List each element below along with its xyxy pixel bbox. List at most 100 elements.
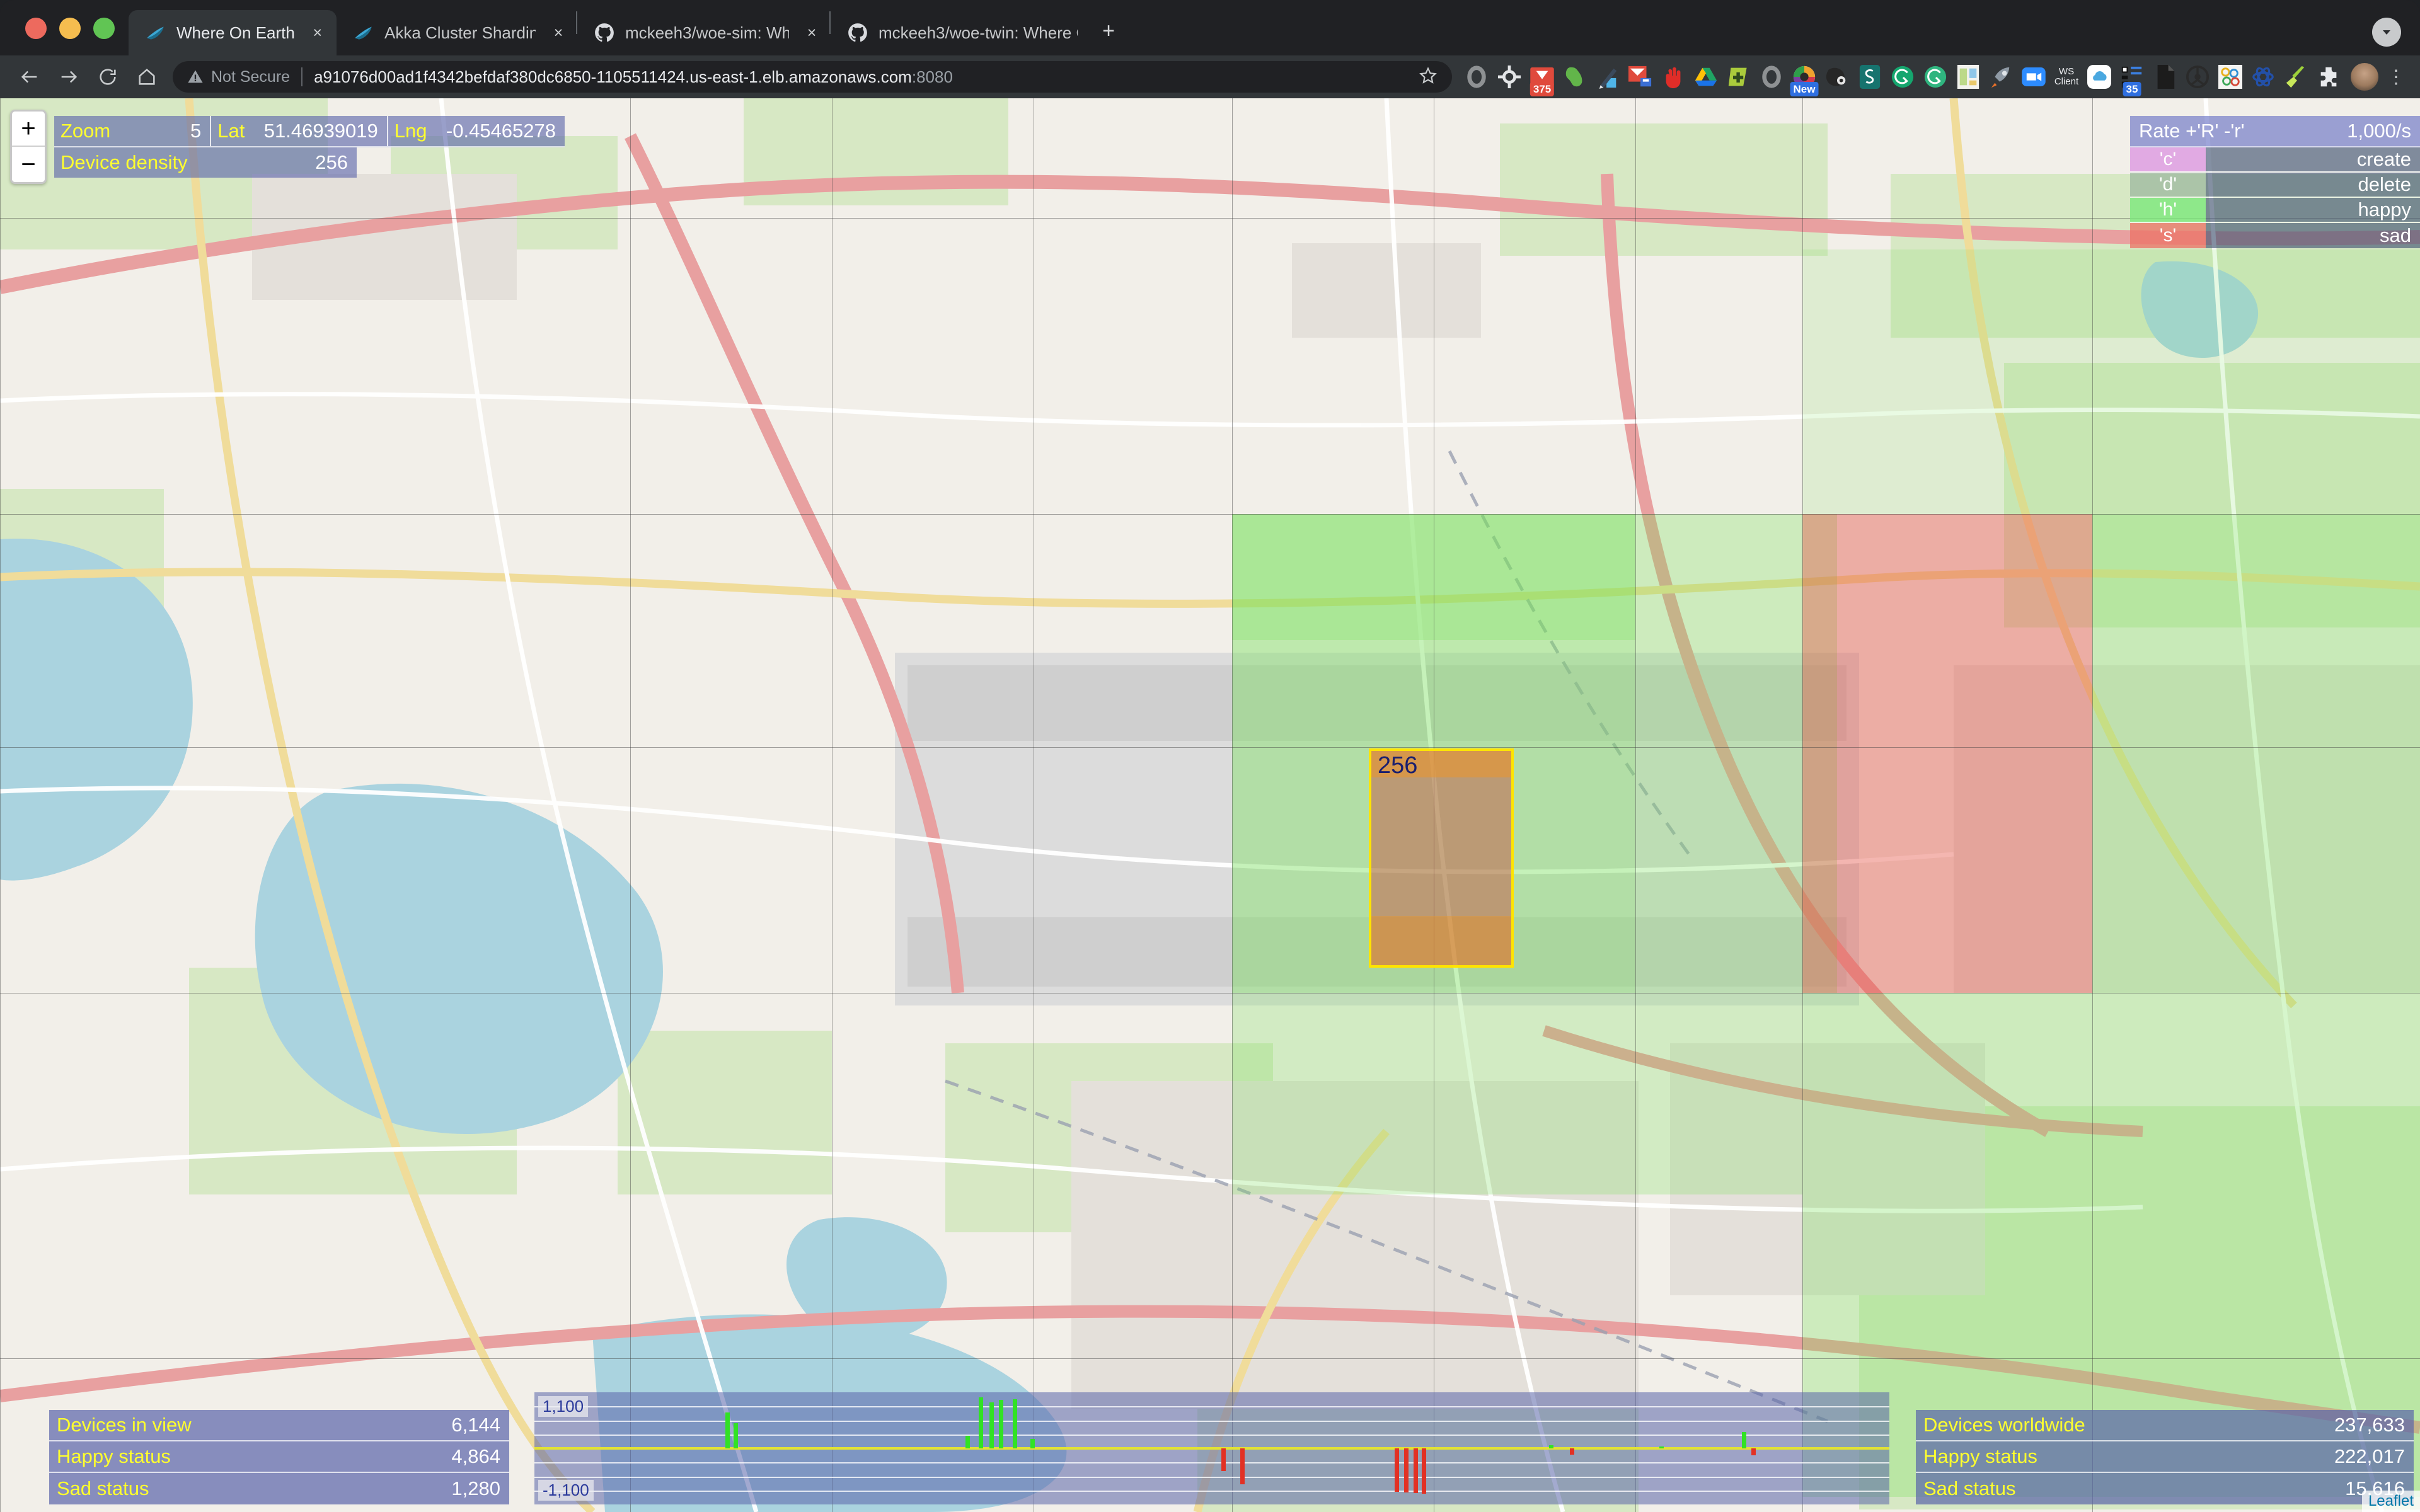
minimize-window-button[interactable] <box>59 18 81 39</box>
chart-bar <box>1549 1445 1554 1448</box>
rate-row[interactable]: Rate +'R' -'r' 1,000/s <box>2130 116 2420 147</box>
density-cell[interactable] <box>1232 993 1802 1194</box>
selected-region[interactable]: 256 <box>1369 748 1514 968</box>
device-density-row: Device density 256 <box>54 147 357 178</box>
barcode-extension[interactable]: 35 <box>2118 62 2146 96</box>
steering-wheel-extension[interactable] <box>2183 62 2212 91</box>
rate-value: 1,000/s <box>2347 120 2411 142</box>
chart-gridline <box>534 1490 1889 1492</box>
window-traffic-lights[interactable] <box>0 18 129 55</box>
new-tab-button[interactable]: + <box>1090 14 1127 50</box>
puzzle-extension[interactable] <box>2314 62 2343 91</box>
chart-bar <box>1030 1439 1035 1448</box>
back-button[interactable] <box>10 59 49 94</box>
legend-row-create[interactable]: 'c' create <box>2130 147 2420 173</box>
adblock-hand-extension[interactable] <box>1659 62 1688 91</box>
security-indicator[interactable]: Not Secure <box>187 68 290 86</box>
grammarly-extension[interactable] <box>1888 62 1917 91</box>
broom-extension[interactable] <box>2281 62 2310 91</box>
colorpicker-extension[interactable]: New <box>1790 62 1819 96</box>
close-window-button[interactable] <box>25 18 47 39</box>
reload-button[interactable] <box>88 59 127 94</box>
zoom-extension[interactable] <box>2019 62 2048 91</box>
ws-client-extension[interactable]: WS Client <box>2052 62 2081 91</box>
leaflet-attribution[interactable]: Leaflet <box>2361 1491 2420 1512</box>
density-cell[interactable] <box>2092 514 2420 993</box>
gear-extension[interactable] <box>1495 62 1524 91</box>
stat-value: 6,144 <box>451 1414 500 1436</box>
stat-label: Devices in view <box>57 1414 192 1436</box>
tab-where-on-earth[interactable]: Where On Earth × <box>129 10 337 55</box>
stat-row-sad-status: Sad status 15,616 <box>1916 1473 2414 1504</box>
home-button[interactable] <box>127 59 166 94</box>
bubbles-extension[interactable] <box>2216 62 2245 91</box>
pen-extension[interactable] <box>1593 62 1622 91</box>
evernote-extension[interactable] <box>1560 62 1589 91</box>
density-cell[interactable] <box>1802 514 2092 993</box>
tab-close-icon[interactable]: × <box>546 24 571 42</box>
chart-bar <box>1751 1448 1756 1455</box>
downloads-extension[interactable]: 375 <box>1528 62 1557 96</box>
stat-label: Happy status <box>1923 1445 2037 1467</box>
chart-gridline <box>534 1476 1889 1478</box>
lat-label: Lat <box>217 120 245 142</box>
asterisk-extension[interactable] <box>2249 62 2278 91</box>
stat-row-sad-status: Sad status 1,280 <box>49 1473 509 1504</box>
stats-worldwide-panel: Devices worldwide 237,633 Happy status 2… <box>1916 1410 2414 1504</box>
chevron-down-circle-icon[interactable] <box>2372 18 2401 47</box>
stat-row-devices-in-view: Devices in view 6,144 <box>49 1410 509 1441</box>
extensions-strip: 375 New WS Client 35 ⋮ <box>1462 62 2410 96</box>
cloud-extension[interactable] <box>2085 62 2114 91</box>
zoom-control[interactable]: + − <box>10 110 47 184</box>
chart-bar <box>989 1402 994 1448</box>
chart-bar <box>725 1412 730 1448</box>
tab-close-icon[interactable]: × <box>799 24 824 42</box>
zoom-in-button[interactable]: + <box>12 112 45 147</box>
grammarly2-extension[interactable] <box>1921 62 1950 91</box>
maximize-window-button[interactable] <box>93 18 115 39</box>
legend-row-sad[interactable]: 's' sad <box>2130 223 2420 248</box>
google-drive-extension[interactable] <box>1691 62 1720 91</box>
extension-badge: New <box>1790 81 1819 96</box>
url-text: a91076d00ad1f4342befdaf380dc6850-1105511… <box>314 67 953 87</box>
density-cell[interactable] <box>1232 514 1635 640</box>
ring-gray2-extension[interactable] <box>1757 62 1786 91</box>
url-host: a91076d00ad1f4342befdaf380dc6850-1105511… <box>314 67 912 86</box>
gmail-extension[interactable] <box>1626 62 1655 91</box>
legend-row-happy[interactable]: 'h' happy <box>2130 198 2420 223</box>
coordinate-panel: Zoom 5 Lat 51.46939019 Lng -0.45465278 D… <box>54 116 565 178</box>
density-cell[interactable] <box>1802 249 2420 514</box>
ring-gray-extension[interactable] <box>1462 62 1491 91</box>
legend-row-delete[interactable]: 'd' delete <box>2130 173 2420 198</box>
forward-button[interactable] <box>49 59 88 94</box>
tab-woe-twin[interactable]: mckeeh3/woe-twin: Where On <box>831 10 1083 55</box>
tab-close-icon[interactable]: × <box>305 24 330 42</box>
extension-badge: 35 <box>2123 81 2141 96</box>
bw-extension[interactable] <box>1823 62 1852 91</box>
tab-woe-sim[interactable]: mckeeh3/woe-sim: Where On E × <box>577 10 829 55</box>
legend-key: 'd' <box>2130 173 2206 197</box>
chart-bar <box>1012 1399 1017 1448</box>
teal-s-extension[interactable] <box>1855 62 1884 91</box>
green-plus-extension[interactable] <box>1724 62 1753 91</box>
ws-client-label: WS Client <box>2054 66 2079 87</box>
stat-label: Happy status <box>57 1445 171 1467</box>
chart-gridline <box>534 1462 1889 1464</box>
stat-value: 1,280 <box>451 1477 500 1499</box>
map-canvas[interactable]: 256 + − Zoom 5 Lat 51.46939019 Lng -0.45… <box>0 98 2420 1512</box>
chart-bar <box>1569 1448 1574 1455</box>
zoom-out-button[interactable]: − <box>12 147 45 182</box>
page-extension[interactable] <box>2150 62 2179 91</box>
chart-bar <box>1404 1448 1409 1493</box>
tab-title: mckeeh3/woe-twin: Where On <box>879 23 1078 42</box>
star-outline-icon[interactable] <box>1405 66 1438 89</box>
rocket-extension[interactable] <box>1986 62 2015 91</box>
tab-akka-cluster-sharding-viewer[interactable]: Akka Cluster Sharding Viewer × <box>337 10 576 55</box>
kebab-menu-icon[interactable]: ⋮ <box>2382 66 2410 88</box>
akka-logo-icon <box>355 26 372 40</box>
avatar[interactable] <box>2351 63 2378 91</box>
zoom-value: 5 <box>117 116 212 146</box>
address-bar[interactable]: Not Secure a91076d00ad1f4342befdaf380dc6… <box>173 61 1452 93</box>
chart-bar <box>1240 1448 1245 1484</box>
notes-extension[interactable] <box>1954 62 1983 91</box>
